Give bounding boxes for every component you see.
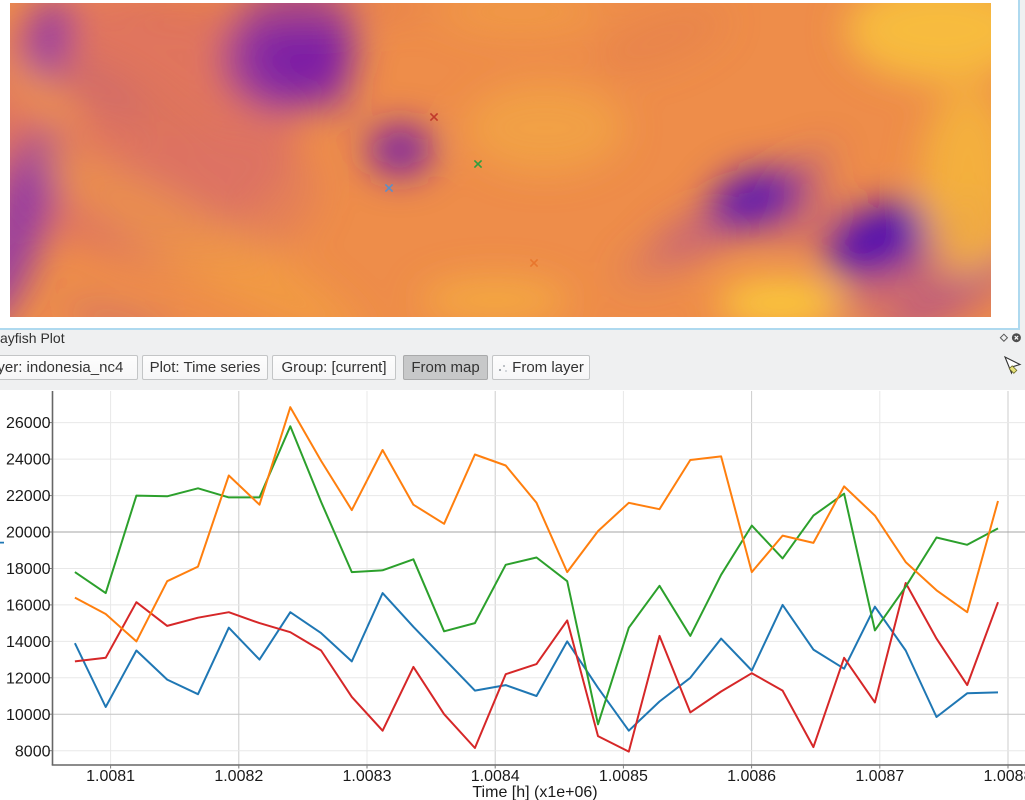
svg-text:16000: 16000 (6, 598, 51, 615)
svg-text:1.0087: 1.0087 (855, 768, 904, 785)
svg-text:1.0086: 1.0086 (727, 768, 776, 785)
svg-text:10000: 10000 (6, 707, 51, 724)
svg-text:22000: 22000 (6, 488, 51, 505)
svg-text:12000: 12000 (6, 670, 51, 687)
svg-text:Time [h] (x1e+06): Time [h] (x1e+06) (472, 784, 597, 800)
svg-text:14000: 14000 (6, 634, 51, 651)
svg-text:26000: 26000 (6, 415, 51, 432)
svg-text:20000: 20000 (6, 525, 51, 542)
svg-text:8000: 8000 (15, 743, 51, 760)
svg-text:1.0085: 1.0085 (599, 768, 648, 785)
svg-text:18000: 18000 (6, 561, 51, 578)
svg-text:1.0084: 1.0084 (471, 768, 520, 785)
svg-text:2 metre temperature: 2 metre temperature (0, 474, 5, 646)
svg-text:1.0081: 1.0081 (86, 768, 135, 785)
svg-text:1.0088: 1.0088 (984, 768, 1025, 785)
svg-text:24000: 24000 (6, 452, 51, 469)
svg-text:1.0083: 1.0083 (343, 768, 392, 785)
svg-text:1.0082: 1.0082 (214, 768, 263, 785)
